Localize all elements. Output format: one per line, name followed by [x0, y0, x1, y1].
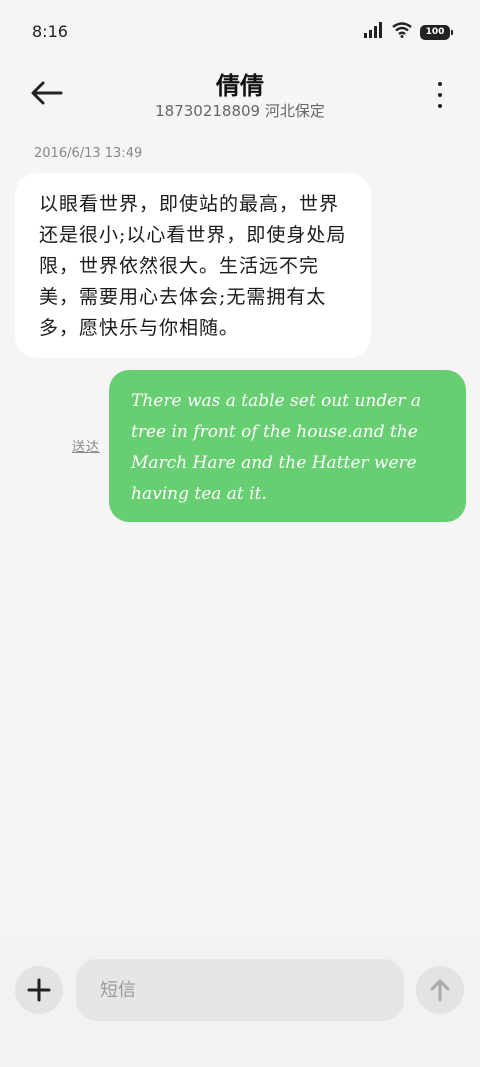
signal-icon — [364, 22, 384, 42]
add-attachment-button[interactable] — [15, 966, 63, 1014]
message-timestamp: 2016/6/13 13:49 — [34, 146, 143, 161]
more-options-button[interactable] — [430, 80, 450, 110]
status-bar: 8:16 100 — [0, 0, 480, 64]
send-arrow-icon — [430, 979, 450, 1002]
more-vertical-icon — [438, 82, 442, 86]
status-icons: 100 — [364, 22, 453, 42]
outgoing-message-bubble[interactable]: There was a table set out under a tree i… — [109, 370, 466, 522]
screen: 8:16 100 倩倩 18730218809 河北保定 2016/6/13 1… — [0, 0, 480, 1067]
send-button[interactable] — [416, 966, 464, 1014]
delivery-status: 送达 — [72, 440, 101, 455]
sms-input[interactable] — [76, 959, 404, 1021]
incoming-message-bubble[interactable]: 以眼看世界，即使站的最高，世界还是很小;以心看世界，即使身处局限，世界依然很大。… — [15, 173, 371, 358]
conversation-header: 倩倩 18730218809 河北保定 — [0, 60, 480, 132]
battery-icon: 100 — [420, 24, 453, 40]
composer-bar — [0, 937, 480, 1067]
contact-number-location: 18730218809 河北保定 — [155, 102, 325, 120]
wifi-icon — [392, 22, 412, 42]
plus-icon — [27, 978, 51, 1002]
status-time: 8:16 — [32, 22, 68, 41]
contact-name: 倩倩 — [216, 72, 264, 100]
